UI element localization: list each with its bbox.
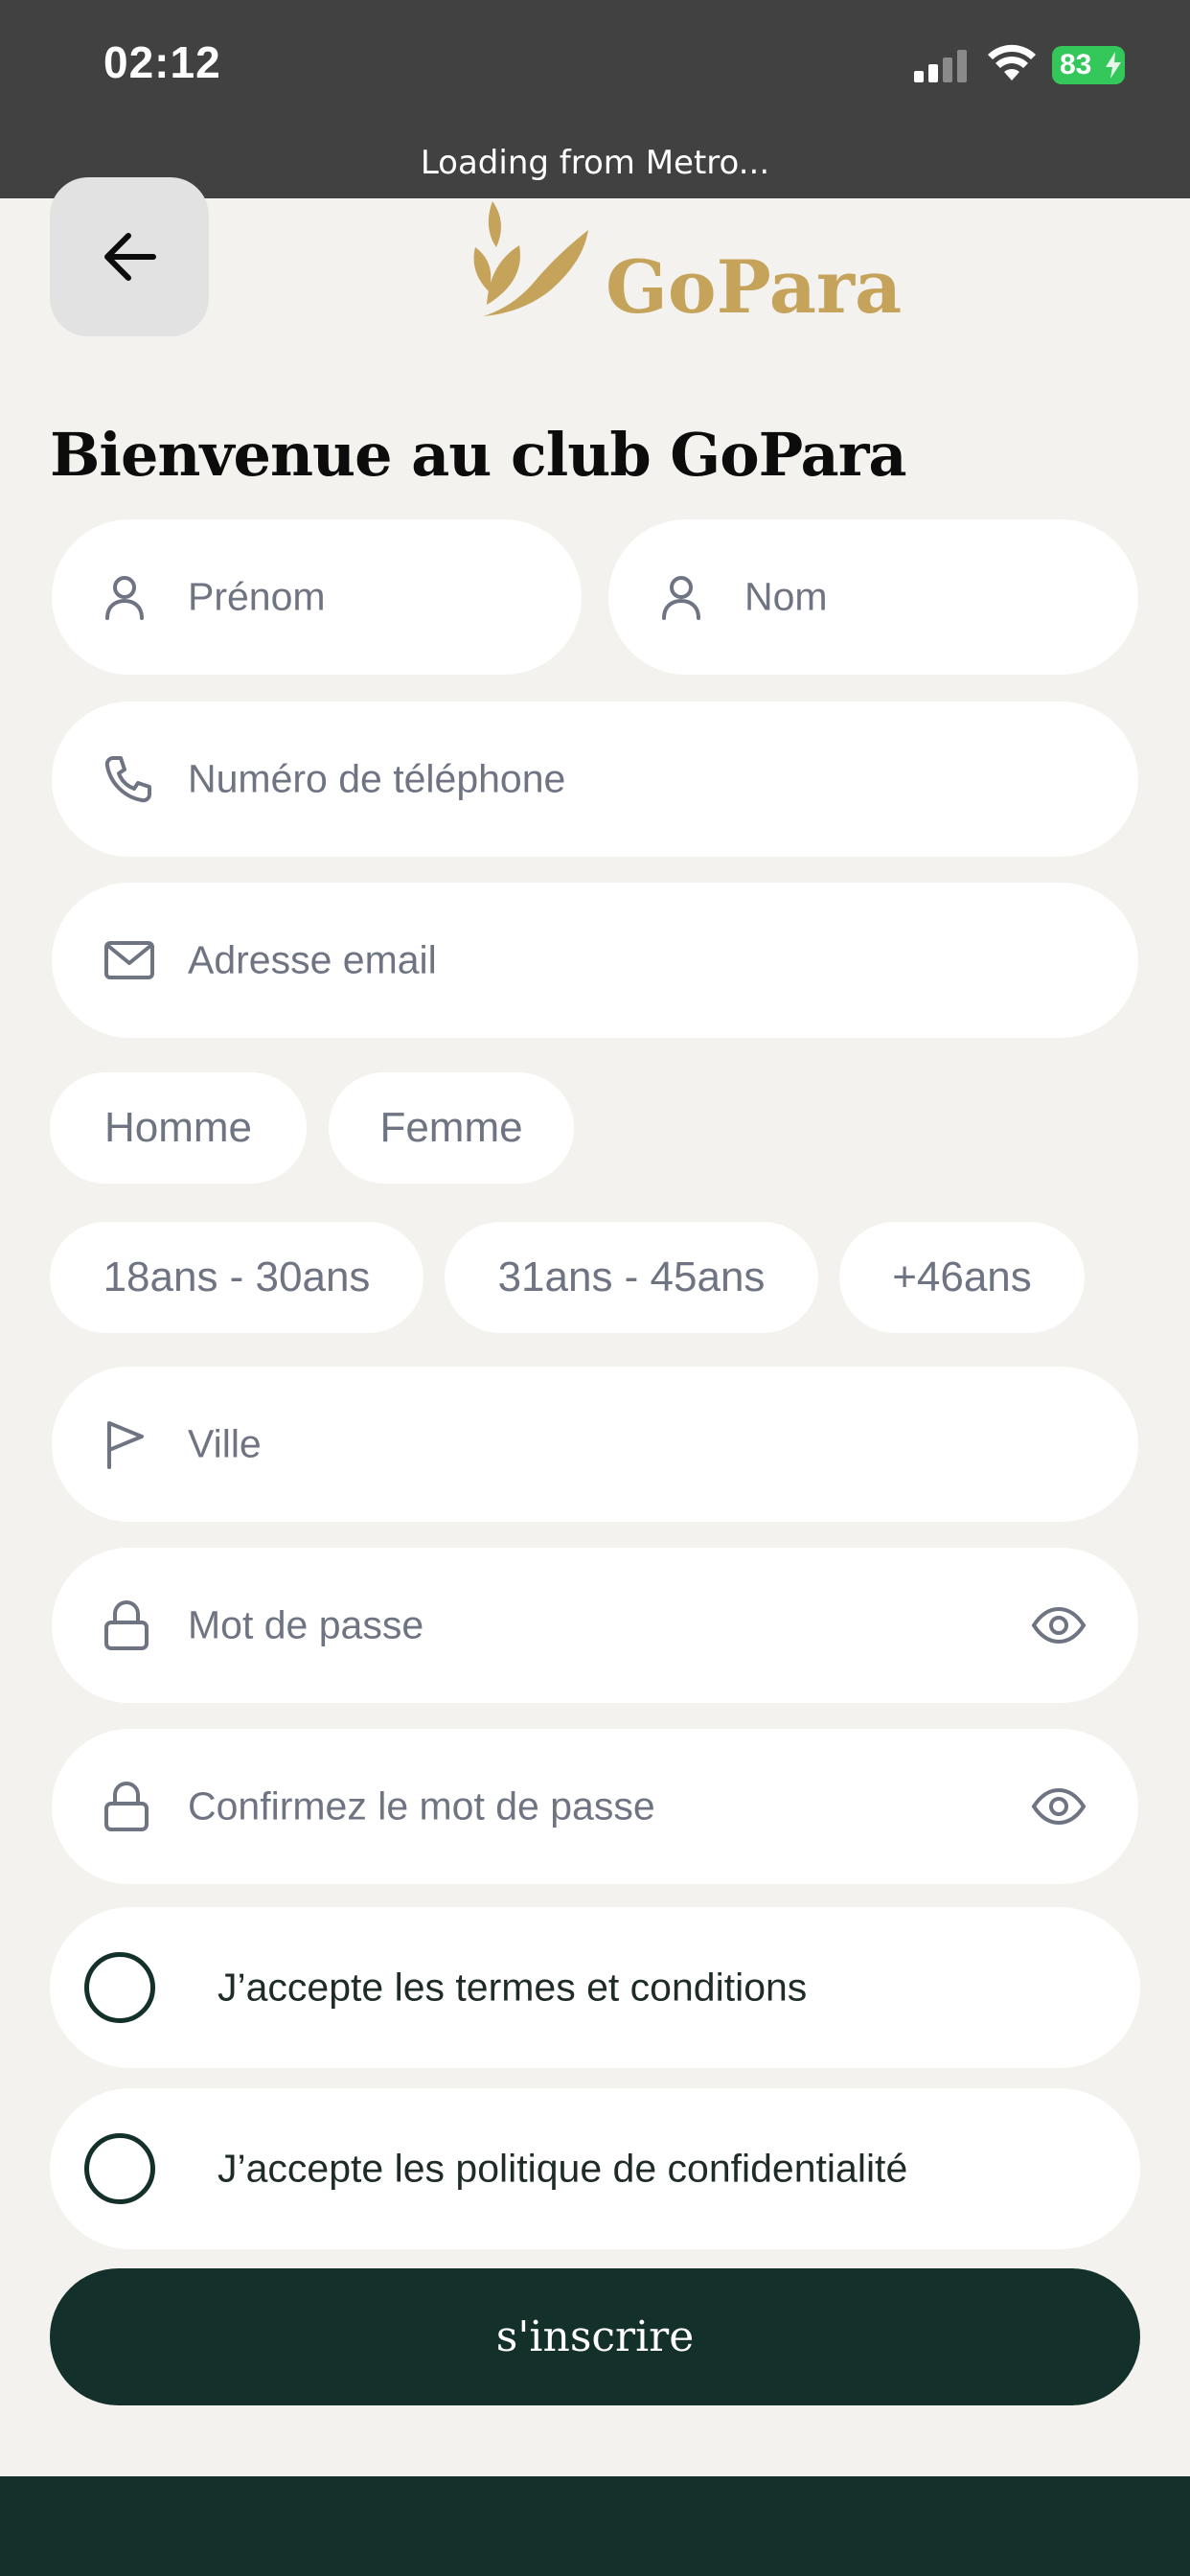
first-name-placeholder: Prénom [188, 574, 326, 619]
arrow-left-icon [104, 233, 156, 281]
gender-option-femme[interactable]: Femme [329, 1072, 574, 1184]
loading-banner: Loading from Metro... [420, 144, 770, 182]
password-placeholder: Mot de passe [188, 1602, 424, 1647]
privacy-checkbox-row[interactable]: J’accepte les politique de confidentiali… [50, 2088, 1140, 2249]
signal-icon [914, 50, 967, 82]
charging-bolt-icon [1106, 52, 1121, 79]
age-option-18-30[interactable]: 18ans - 30ans [50, 1222, 423, 1333]
confirm-password-placeholder: Confirmez le mot de passe [188, 1783, 655, 1828]
page-title: Bienvenue au club GoPara [50, 420, 907, 490]
gender-option-homme[interactable]: Homme [50, 1072, 307, 1184]
battery-indicator: 83 [1052, 46, 1125, 84]
gopara-logo: GoPara [469, 192, 902, 330]
status-bar: 02:12 83 Loading from Metro... [0, 0, 1190, 198]
user-icon [662, 576, 700, 620]
terms-label: J’accepte les termes et conditions [217, 1965, 808, 2010]
mail-icon [104, 941, 154, 979]
last-name-field[interactable]: Nom [608, 519, 1138, 675]
back-button[interactable] [50, 177, 209, 336]
phone-field[interactable]: Numéro de téléphone [52, 702, 1138, 857]
email-field[interactable]: Adresse email [52, 883, 1138, 1038]
status-time: 02:12 [103, 37, 221, 87]
email-placeholder: Adresse email [188, 937, 437, 982]
age-option-31-45[interactable]: 31ans - 45ans [445, 1222, 818, 1333]
privacy-radio[interactable] [84, 2133, 155, 2204]
logo-text: GoPara [606, 244, 903, 330]
last-name-placeholder: Nom [744, 574, 828, 619]
privacy-label: J’accepte les politique de confidentiali… [217, 2146, 908, 2191]
password-field[interactable]: Mot de passe [52, 1548, 1138, 1703]
city-field[interactable]: Ville [52, 1367, 1138, 1522]
eye-icon[interactable] [1031, 1606, 1087, 1644]
user-icon [105, 576, 144, 620]
eye-icon[interactable] [1031, 1787, 1087, 1826]
battery-level: 83 [1060, 49, 1092, 80]
leaf-logo-icon [473, 201, 588, 316]
terms-checkbox-row[interactable]: J’accepte les termes et conditions [50, 1907, 1140, 2068]
lock-icon [104, 1600, 149, 1650]
phone-icon [104, 756, 151, 803]
footer-bar [0, 2476, 1190, 2576]
wifi-icon [988, 44, 1036, 80]
age-option-46-plus[interactable]: +46ans [839, 1222, 1085, 1333]
flag-icon [107, 1421, 144, 1469]
first-name-field[interactable]: Prénom [52, 519, 582, 675]
terms-radio[interactable] [84, 1952, 155, 2023]
confirm-password-field[interactable]: Confirmez le mot de passe [52, 1729, 1138, 1884]
signup-button[interactable]: s'inscrire [50, 2268, 1140, 2405]
city-placeholder: Ville [188, 1421, 262, 1466]
lock-icon [104, 1782, 149, 1831]
phone-placeholder: Numéro de téléphone [188, 756, 566, 801]
